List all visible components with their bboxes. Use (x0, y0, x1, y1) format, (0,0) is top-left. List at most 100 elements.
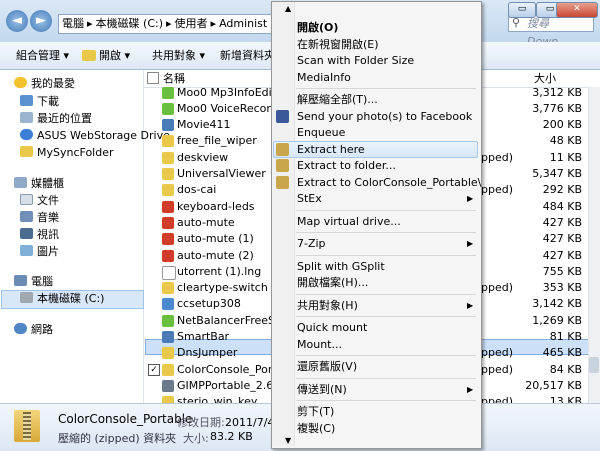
menu-item[interactable]: Extract to folder... (297, 157, 396, 174)
file-type: pped) (481, 281, 514, 295)
nav-network[interactable]: 網路 (14, 321, 53, 339)
folder-icon (20, 146, 33, 157)
forward-button[interactable]: ► (30, 10, 52, 32)
select-all-checkbox[interactable] (147, 72, 159, 84)
back-button[interactable]: ◄ (6, 10, 28, 32)
file-name: deskview (177, 150, 229, 164)
minimize-button[interactable]: ▭ (508, 2, 536, 18)
menu-item-icon (276, 159, 289, 172)
recent-places-icon (20, 112, 33, 123)
nav-item-label: 最近的位置 (37, 112, 92, 125)
menu-separator (296, 355, 476, 356)
file-size: 3,776 KB (532, 101, 582, 115)
organize-button[interactable]: 組合管理 ▾ (16, 48, 69, 64)
nav-item-music[interactable]: 音樂 (20, 209, 59, 227)
scrollbar-thumb[interactable] (589, 357, 599, 373)
nav-item-documents[interactable]: 文件 (20, 192, 59, 210)
file-icon (162, 347, 174, 360)
file-icon (162, 102, 174, 115)
file-icon (162, 379, 174, 392)
file-type: pped) (481, 183, 514, 197)
file-name: SmartBar (177, 330, 230, 343)
menu-item[interactable]: 還原舊版(V) (297, 358, 357, 375)
file-name: utorrent (1).lng (177, 264, 262, 278)
file-icon (162, 249, 174, 262)
close-button[interactable]: ✕ (556, 2, 598, 18)
file-icon (162, 314, 174, 327)
file-icon (162, 282, 174, 295)
menu-item[interactable]: Send your photo(s) to Facebook (297, 108, 472, 125)
picture-icon (20, 245, 33, 256)
library-icon (14, 177, 27, 188)
breadcrumb-drive[interactable]: 本機磁碟 (C:) (93, 17, 166, 30)
menu-item[interactable]: Quick mount (297, 319, 367, 336)
menu-scroll-up-icon[interactable]: ▲ (285, 4, 291, 13)
nav-favorites[interactable]: 我的最愛 (14, 75, 75, 93)
file-name: free_file_wiper (177, 134, 257, 148)
menu-item[interactable]: 複製(C) (297, 420, 335, 437)
menu-separator (296, 88, 476, 89)
menu-item[interactable]: Split with GSplit (297, 258, 385, 275)
breadcrumb-computer[interactable]: 電腦 (59, 17, 87, 30)
menu-item-icon (276, 175, 289, 189)
file-size: 200 KB (542, 118, 582, 132)
file-icon (162, 119, 174, 132)
hard-drive-icon (20, 292, 33, 303)
file-size: 427 KB (542, 248, 582, 262)
menu-item[interactable]: 傳送到(N) (297, 381, 347, 398)
menu-item[interactable]: 剪下(T) (297, 403, 334, 420)
menu-item[interactable]: 在新視窗開啟(E) (297, 36, 379, 53)
row-checkbox[interactable]: ✓ (148, 363, 160, 376)
file-size: 84 KB (549, 362, 582, 376)
menu-item[interactable]: 開啟(O) (297, 19, 338, 36)
menu-item[interactable]: Scan with Folder Size (297, 52, 414, 69)
nav-item-recent[interactable]: 最近的位置 (20, 110, 92, 128)
address-bar[interactable]: 電腦 ▸ 本機磁碟 (C:) ▸ 使用者 ▸ Administ (58, 14, 280, 34)
nav-item-pictures[interactable]: 圖片 (20, 243, 59, 261)
nav-favorites-label: 我的最愛 (31, 77, 75, 90)
file-icon (162, 151, 174, 164)
nav-item-label: 圖片 (37, 245, 59, 258)
nav-item-label: 下載 (37, 95, 59, 108)
download-folder-icon (20, 95, 33, 106)
share-button[interactable]: 共用對象 ▾ (152, 48, 205, 64)
file-name: ccsetup308 (177, 297, 241, 311)
menu-item[interactable]: Map virtual drive... (297, 213, 401, 230)
menu-item[interactable]: 解壓縮全部(T)... (297, 91, 378, 108)
breadcrumb-admin[interactable]: Administ (216, 17, 270, 30)
menu-item[interactable]: 7-Zip (297, 235, 326, 252)
menu-item[interactable]: Extract here (297, 141, 365, 158)
menu-item[interactable]: Enqueue (297, 124, 345, 141)
file-name: auto-mute (2) (177, 248, 254, 262)
menu-item[interactable]: 共用對象(H) (297, 297, 358, 314)
menu-scroll-down-icon[interactable]: ▼ (285, 436, 291, 445)
file-size: 81 KB (549, 330, 582, 343)
menu-item[interactable]: Mount... (297, 336, 342, 353)
new-folder-button[interactable]: 新增資料夾 (220, 48, 275, 64)
file-icon (162, 200, 174, 213)
nav-item-local-disk[interactable]: 本機磁碟 (C:) (20, 290, 104, 308)
file-icon (162, 363, 174, 376)
menu-item[interactable]: StEx (297, 190, 322, 207)
menu-item[interactable]: Extract to ColorConsole_Portable\ (297, 174, 481, 191)
nav-item-mysyncfolder[interactable]: MySyncFolder (20, 144, 114, 162)
details-size-label: 大小: (183, 432, 209, 445)
file-name: cleartype-switch (177, 281, 268, 295)
file-icon (162, 135, 174, 148)
menu-item-icon (276, 109, 289, 123)
nav-item-downloads[interactable]: 下載 (20, 93, 59, 111)
nav-computer-label: 電腦 (31, 275, 53, 288)
open-button[interactable]: 開啟 ▾ (99, 48, 130, 64)
nav-computer[interactable]: 電腦 (14, 273, 53, 291)
menu-item[interactable]: MediaInfo (297, 69, 351, 86)
file-size: 48 KB (549, 134, 582, 148)
file-icon (162, 86, 174, 99)
nav-item-videos[interactable]: 視訊 (20, 226, 59, 244)
menu-separator (296, 254, 476, 256)
file-size: 11 KB (549, 150, 582, 164)
nav-item-label: 本機磁碟 (C:) (37, 292, 105, 305)
breadcrumb-users[interactable]: 使用者 (172, 17, 211, 30)
vertical-scrollbar[interactable] (588, 87, 600, 403)
nav-libraries[interactable]: 媒體櫃 (14, 175, 64, 193)
menu-item[interactable]: 開啟檔案(H)... (297, 274, 368, 291)
